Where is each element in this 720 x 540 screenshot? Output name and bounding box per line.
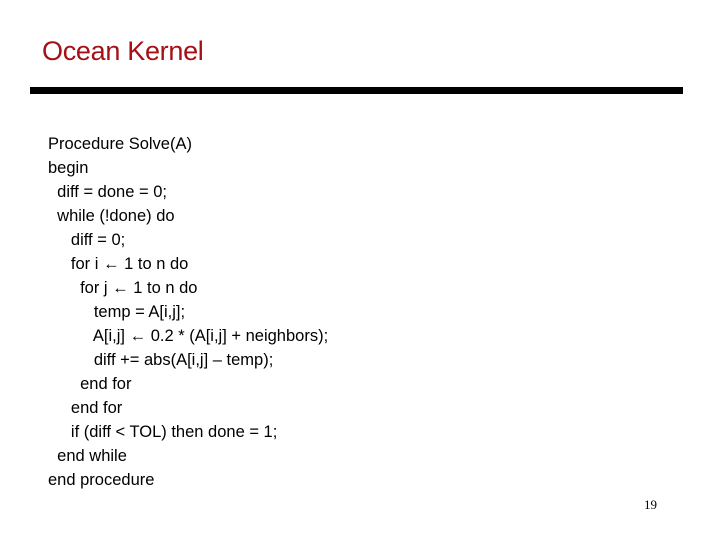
code-line: end for <box>48 399 123 417</box>
code-line: end procedure <box>48 471 155 489</box>
code-line: temp = A[i,j]; <box>48 303 186 321</box>
code-line: diff = done = 0; <box>48 183 167 201</box>
code-line: if (diff < TOL) then done = 1; <box>48 423 278 441</box>
code-line: Procedure Solve(A) <box>48 135 192 153</box>
code-line: begin <box>48 159 89 177</box>
page-number: 19 <box>644 497 657 512</box>
code-line: for i ← 1 to n do <box>48 255 189 273</box>
code-line: end for <box>48 375 132 393</box>
code-line: end while <box>48 447 127 465</box>
code-line: diff = 0; <box>48 231 126 249</box>
code-line: while (!done) do <box>48 207 175 225</box>
code-line: for j ← 1 to n do <box>48 279 198 297</box>
slide-title: Ocean Kernel <box>42 36 204 66</box>
code-line: diff += abs(A[i,j] – temp); <box>48 351 274 369</box>
code-line: A[i,j] ← 0.2 * (A[i,j] + neighbors); <box>48 327 329 345</box>
pseudocode-block: Procedure Solve(A) begin diff = done = 0… <box>48 132 328 492</box>
title-divider <box>30 87 683 94</box>
